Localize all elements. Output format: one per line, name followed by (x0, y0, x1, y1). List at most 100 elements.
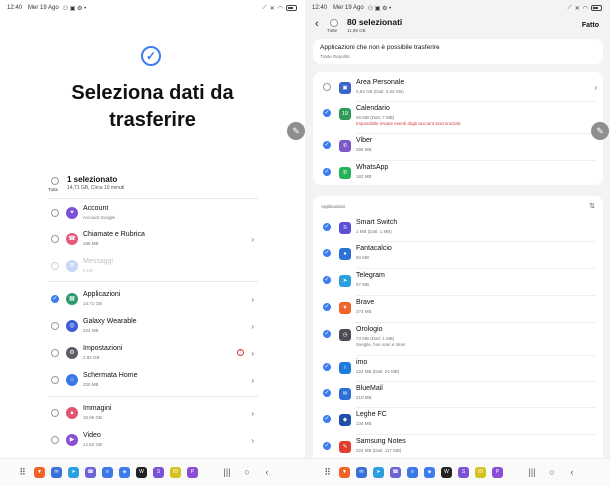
item-checkbox[interactable]: ✓ (323, 276, 331, 284)
list-item[interactable]: ▶ Video 12,52 GB › (48, 430, 258, 452)
list-item[interactable]: ◎ Galaxy Wearable 224 MB › (48, 316, 258, 338)
item-checkbox[interactable] (51, 376, 59, 384)
back-arrow-icon[interactable]: ‹ (315, 18, 319, 30)
divider (356, 241, 596, 242)
list-item[interactable]: ✓ i imo 224 MB (Dati: 24 MB) (313, 356, 603, 382)
fantacalcio-icon: ● (339, 248, 351, 260)
settings-icon: ⚙ (66, 347, 78, 359)
mail-icon[interactable]: ✉ (356, 467, 367, 478)
item-checkbox[interactable] (51, 349, 59, 357)
list-item[interactable]: ✓ ◆ Leghe FC 134 MB (313, 408, 603, 434)
mail-icon[interactable]: ✉ (51, 467, 62, 478)
recents-icon[interactable]: ||| (525, 467, 539, 478)
wifi-icon: ◠ (582, 5, 588, 12)
select-all-radio[interactable] (330, 19, 338, 27)
brave-icon[interactable]: ▼ (339, 467, 350, 478)
item-checkbox[interactable]: ✓ (323, 223, 331, 231)
s-app-icon[interactable]: S (458, 467, 469, 478)
item-checkbox[interactable]: ✓ (323, 389, 331, 397)
list-item[interactable]: ⚙ Impostazioni 2,92 GB! › (48, 343, 258, 365)
docs-icon[interactable]: ≡ (407, 467, 418, 478)
edit-pencil-icon[interactable]: ✎ (591, 122, 609, 140)
item-checkbox[interactable] (51, 436, 59, 444)
p-app-icon[interactable]: P (187, 467, 198, 478)
back-icon[interactable]: ‹ (260, 467, 274, 478)
back-icon[interactable]: ‹ (565, 467, 579, 478)
item-checkbox[interactable] (323, 83, 331, 91)
list-item[interactable]: ✓ ✆ WhatsApp 182 MB (313, 161, 603, 187)
item-detail: 2,92 GB (83, 355, 100, 360)
item-checkbox[interactable]: ✓ (323, 330, 331, 338)
non-transferable-card[interactable]: Applicazioni che non è possibile trasfer… (313, 39, 603, 64)
item-checkbox[interactable] (51, 209, 59, 217)
item-checkbox[interactable]: ✓ (323, 363, 331, 371)
chevron-right-icon[interactable]: › (251, 436, 254, 445)
item-checkbox[interactable]: ✓ (51, 295, 59, 303)
select-all-radio[interactable] (51, 177, 59, 185)
status-date: Mer 19 Ago (333, 5, 364, 11)
chevron-right-icon[interactable]: › (251, 409, 254, 418)
taskbar-right: ⠿ ▼ ✉ ➤ ☎ ≡ ◈ W S ID P ||| ○ ‹ (305, 458, 610, 486)
item-checkbox[interactable] (51, 409, 59, 417)
list-item[interactable]: ✓ ▦ Applicazioni 14,71 GB › (48, 289, 258, 311)
item-checkbox[interactable] (51, 322, 59, 330)
list-item[interactable]: ✓ ● Fantacalcio 60 MB (313, 242, 603, 268)
chevron-right-icon[interactable]: › (251, 295, 254, 304)
item-detail: 182 MB (356, 174, 372, 179)
item-detail: 358 MB (356, 147, 372, 152)
list-item[interactable]: ▲ Immagini 10,96 GB › (48, 403, 258, 425)
phone-icon[interactable]: ☎ (390, 467, 401, 478)
list-item[interactable]: ☎ Chiamate e Rubrica 186 MB › (48, 229, 258, 251)
home-icon[interactable]: ○ (545, 467, 559, 478)
list-item[interactable]: ⌂ Schermata Home 220 MB › (48, 370, 258, 392)
item-checkbox[interactable]: ✓ (323, 109, 331, 117)
item-checkbox[interactable]: ✓ (323, 141, 331, 149)
item-name: Telegram (356, 272, 385, 279)
list-item[interactable]: ✓ S Smart Switch 1 MB (Dati: 1 MB) (313, 216, 603, 242)
item-checkbox[interactable]: ✓ (323, 168, 331, 176)
list-item[interactable]: ✓ ➤ Telegram 97 MB (313, 269, 603, 295)
store-icon[interactable]: ◈ (119, 467, 130, 478)
docs-icon[interactable]: ≡ (102, 467, 113, 478)
home-icon[interactable]: ○ (240, 467, 254, 478)
store-icon[interactable]: ◈ (424, 467, 435, 478)
list-item[interactable]: ✓ 19 Calendario 65 MB (Dati: 7 MB) Impossibi… (313, 102, 603, 134)
chevron-right-icon[interactable]: › (251, 235, 254, 244)
edit-pencil-icon[interactable]: ✎ (287, 122, 305, 140)
item-checkbox[interactable] (51, 262, 59, 270)
item-checkbox[interactable] (51, 235, 59, 243)
item-checkbox[interactable]: ✓ (323, 249, 331, 257)
item-checkbox[interactable]: ✓ (323, 442, 331, 450)
watch-icon: ◎ (66, 320, 78, 332)
wikipedia-icon[interactable]: W (136, 467, 147, 478)
telegram-icon[interactable]: ➤ (68, 467, 79, 478)
chevron-right-icon[interactable]: › (251, 322, 254, 331)
chevron-right-icon[interactable]: › (251, 349, 254, 358)
app-drawer-icon[interactable]: ⠿ (322, 467, 333, 478)
s-app-icon[interactable]: S (153, 467, 164, 478)
wikipedia-icon[interactable]: W (441, 467, 452, 478)
done-button[interactable]: Fatto (582, 22, 599, 29)
phone-icon: ☎ (66, 233, 78, 245)
list-item[interactable]: ✓ ◷ Orologio 73 MB (Dati: 1 MB) Sveglie, fus… (313, 323, 603, 349)
sort-icon[interactable]: ⇅ (589, 202, 595, 210)
chevron-right-icon[interactable]: › (251, 376, 254, 385)
item-detail: 224 MB (Dati: 24 MB) (356, 369, 400, 374)
recents-icon[interactable]: ||| (220, 467, 234, 478)
list-item[interactable]: ✓ ✉ BlueMail 210 MB (313, 382, 603, 408)
item-checkbox[interactable]: ✓ (323, 303, 331, 311)
chevron-right-icon[interactable]: › (594, 83, 597, 92)
app-drawer-icon[interactable]: ⠿ (17, 467, 28, 478)
list-item[interactable]: ✓ ✆ Viber 358 MB (313, 134, 603, 160)
telegram-icon[interactable]: ➤ (373, 467, 384, 478)
item-checkbox[interactable]: ✓ (323, 415, 331, 423)
list-item[interactable]: ▣ Area Personale 2,63 GB (Dati: 2,63 GB) › (313, 76, 603, 102)
brave-icon[interactable]: ▼ (34, 467, 45, 478)
id-icon[interactable]: ID (475, 467, 486, 478)
list-item[interactable]: ✦ Account Account Google (48, 203, 258, 225)
id-icon[interactable]: ID (170, 467, 181, 478)
p-app-icon[interactable]: P (492, 467, 503, 478)
list-item[interactable]: ✓ ▼ Brave 274 MB (313, 296, 603, 322)
phone-icon[interactable]: ☎ (85, 467, 96, 478)
list-item[interactable]: ✉ Messaggi 0 KB (48, 256, 258, 278)
